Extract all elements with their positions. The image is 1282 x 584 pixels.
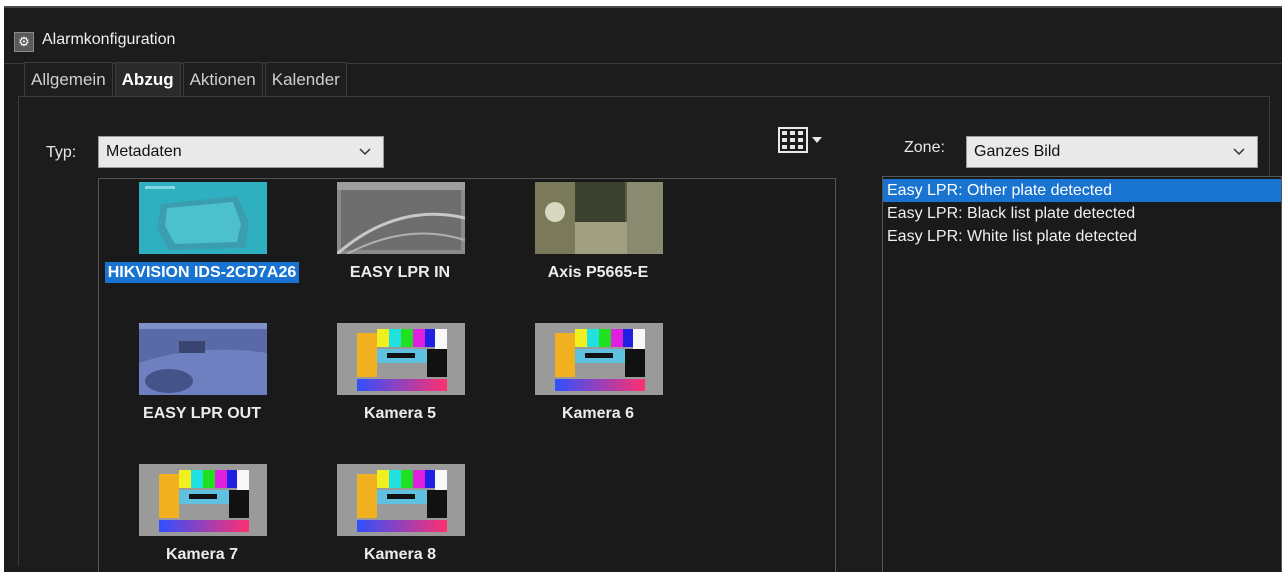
event-item-black-list[interactable]: Easy LPR: Black list plate detected — [883, 202, 1281, 225]
camera-item[interactable]: Kamera 7 — [102, 464, 302, 584]
camera-label: Kamera 8 — [363, 546, 437, 563]
chevron-down-icon — [1233, 148, 1245, 156]
camera-label: EASY LPR IN — [349, 264, 451, 281]
camera-item[interactable]: Axis P5665-E — [498, 182, 698, 302]
typ-label: Typ: — [46, 144, 77, 161]
typ-select[interactable]: Metadaten — [98, 136, 384, 168]
grid-view-icon — [778, 127, 808, 153]
tab-bar: Allgemein Abzug Aktionen Kalender — [24, 62, 349, 96]
zone-select-value: Ganzes Bild — [974, 143, 1061, 160]
tab-aktionen[interactable]: Aktionen — [182, 62, 263, 96]
camera-label: Kamera 5 — [363, 405, 437, 422]
typ-select-value: Metadaten — [106, 143, 182, 160]
window-title: Alarmkonfiguration — [42, 31, 176, 48]
camera-label: Kamera 7 — [165, 546, 239, 563]
zone-label: Zone: — [904, 139, 945, 156]
camera-item[interactable]: Kamera 6 — [498, 323, 698, 443]
caret-down-icon — [812, 137, 822, 143]
camera-thumbnail — [139, 182, 267, 254]
camera-item[interactable]: HIKVISION IDS-2CD7A26 — [102, 182, 302, 302]
camera-thumbnail — [535, 182, 663, 254]
gears-icon: ⚙ — [14, 32, 34, 52]
camera-item[interactable]: Kamera 5 — [300, 323, 500, 443]
event-list: Easy LPR: Other plate detected Easy LPR:… — [882, 176, 1282, 572]
title-bar: ⚙ Alarmkonfiguration — [4, 8, 1282, 64]
event-item-white-list[interactable]: Easy LPR: White list plate detected — [883, 225, 1281, 248]
camera-thumbnail — [337, 323, 465, 395]
tab-kalender[interactable]: Kalender — [264, 62, 347, 96]
tab-allgemein[interactable]: Allgemein — [24, 62, 113, 96]
camera-item[interactable]: EASY LPR IN — [300, 182, 500, 302]
camera-label: Kamera 6 — [561, 405, 635, 422]
event-item-other-plate[interactable]: Easy LPR: Other plate detected — [883, 179, 1281, 202]
camera-thumbnail — [535, 323, 663, 395]
camera-thumbnail — [139, 323, 267, 395]
camera-thumbnail — [337, 182, 465, 254]
tab-abzug[interactable]: Abzug — [114, 62, 181, 96]
zone-select[interactable]: Ganzes Bild — [966, 136, 1258, 168]
camera-item[interactable]: Kamera 8 — [300, 464, 500, 584]
camera-label: Axis P5665-E — [547, 264, 649, 281]
camera-thumbnail — [139, 464, 267, 536]
camera-label: EASY LPR OUT — [143, 405, 261, 422]
camera-thumbnail — [337, 464, 465, 536]
camera-list: HIKVISION IDS-2CD7A26 EASY LPR IN Axis P… — [98, 178, 836, 572]
camera-item[interactable]: EASY LPR OUT — [102, 323, 302, 443]
camera-label: HIKVISION IDS-2CD7A26 — [102, 262, 302, 283]
view-mode-button[interactable] — [778, 126, 824, 154]
chevron-down-icon — [359, 148, 371, 156]
